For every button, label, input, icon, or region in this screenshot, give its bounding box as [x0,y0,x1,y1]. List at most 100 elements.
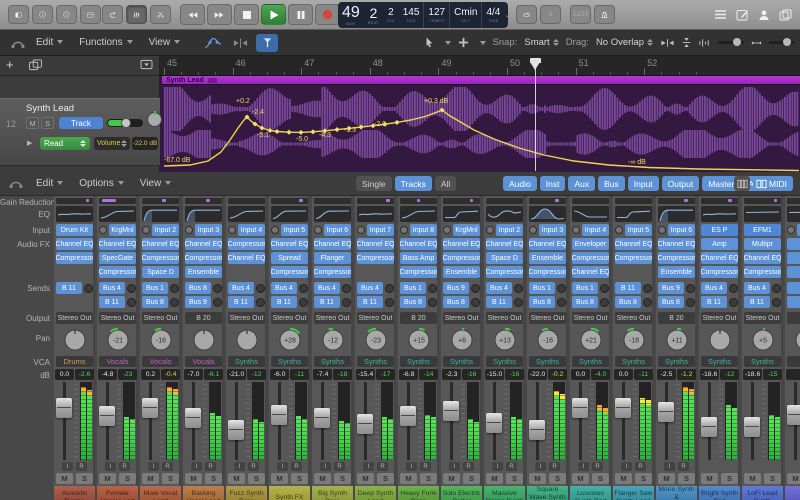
input-monitor-button[interactable] [99,226,107,234]
audio-fx-slot[interactable]: Channel EQ [99,238,136,250]
narrow-channel-view-icon[interactable] [734,176,750,191]
output-button[interactable]: Stereo Out [486,312,523,324]
track-header-row[interactable]: 12 Synth Lead M S Track ▶ Read Volume -2… [0,98,160,166]
media-browser-icon[interactable] [779,9,792,21]
undo-icon[interactable] [102,5,123,24]
channel-mute-button[interactable]: M [357,473,374,484]
audio-fx-slot[interactable]: Compressor [400,266,437,278]
channel-strip[interactable]: ES PAmpChannel EQCompressorBus 4B 11Ster… [699,196,740,500]
channel-strip[interactable]: Input 6Channel EQCompressorEnsembleBus 9… [656,196,697,500]
eq-thumbnail[interactable] [658,206,695,222]
zoom-fit-horizontal-icon[interactable] [660,38,675,48]
track-header-settings-icon[interactable] [140,59,153,70]
filter-button-mastervca[interactable]: Master/VCA [702,176,760,191]
channel-name-plate[interactable]: LoFi Lead Synth [742,486,783,500]
eq-thumbnail[interactable] [443,206,480,222]
vca-assignment[interactable] [787,356,800,367]
channel-solo-button[interactable]: S [678,473,695,484]
secondary-tool-chevron[interactable] [480,41,486,45]
send-button[interactable]: Bus 8 [572,296,598,308]
vca-assignment[interactable]: Synths [443,356,480,367]
audio-fx-slot[interactable]: Space D [142,266,179,278]
send-knob[interactable] [127,298,136,307]
lcd-field-div[interactable]: 2DIV [383,2,399,28]
input-button[interactable]: ES P [701,224,738,236]
input-monitoring-button[interactable]: I [234,462,245,471]
send-button[interactable]: Bus 4 [357,282,383,294]
input-monitor-button[interactable] [142,226,150,234]
channel-name-plate[interactable]: Female Vocal Lead [97,486,138,500]
input-monitor-button[interactable] [228,226,236,234]
pan-knob[interactable] [234,327,260,353]
eq-thumbnail[interactable] [357,206,394,222]
vertical-zoom-slider[interactable] [718,41,744,44]
vca-assignment[interactable]: Synths [572,356,609,367]
output-button[interactable]: B 20 [658,312,695,324]
track-on-button[interactable]: Track [59,117,103,129]
send-button[interactable]: Bus 1 [400,282,426,294]
lcd-chevron-icon[interactable]: ⌄ [504,11,508,19]
channel-strip[interactable]: Drum KitChannel EQCompressorB 11Stereo O… [54,196,95,500]
pan-knob[interactable] [62,327,88,353]
send-knob[interactable] [385,284,394,293]
send-knob[interactable] [127,284,136,293]
eq-thumbnail[interactable] [314,206,351,222]
input-monitor-button[interactable] [658,226,666,234]
bar-ruler[interactable]: 4546474849505152 [160,56,800,76]
pan-knob[interactable]: +21 [578,327,604,353]
wide-channel-view-icon[interactable] [753,176,769,191]
send-button[interactable]: Bus 1 [529,282,555,294]
drag-select[interactable]: No Overlap [596,37,653,48]
vca-assignment[interactable]: Synths [658,356,695,367]
audio-fx-slot[interactable]: Bass Amp [400,252,437,264]
audio-fx-slot[interactable] [787,266,800,278]
collaboration-icon[interactable] [758,9,770,21]
view-button-single[interactable]: Single [356,176,392,191]
output-button[interactable]: B 20 [400,312,437,324]
input-monitor-button[interactable] [271,226,279,234]
channel-name-plate[interactable]: Massive Rising Synth [484,486,525,500]
input-button[interactable]: Input 4 [238,224,265,236]
channel-name-plate[interactable]: Synth FX [269,486,310,500]
channel-solo-button[interactable]: S [291,473,308,484]
channel-strip[interactable]: Input 4EnveloperCompressorChannel EQBus … [570,196,611,500]
send-button[interactable]: Bus 8 [142,296,168,308]
eq-thumbnail[interactable] [185,206,222,222]
volume-fader[interactable] [400,406,416,426]
channel-strip[interactable]: Input 8Channel EQBass AmpCompressorBus 1… [398,196,439,500]
input-button[interactable]: Input 6 [324,224,351,236]
pan-knob[interactable]: +6 [449,327,475,353]
tools-icon[interactable] [150,5,171,24]
audio-fx-slot[interactable]: Compressor [271,266,308,278]
channel-strip[interactable]: Input 5Channel EQSpreadCompressorBus 4B … [269,196,310,500]
input-button[interactable]: EFM1 [744,224,781,236]
eq-thumbnail[interactable] [99,206,136,222]
lcd-field-time[interactable]: 4/4TIME [481,2,504,28]
volume-fader[interactable] [142,398,158,418]
channel-mute-button[interactable]: M [529,473,546,484]
pan-knob[interactable]: -16 [148,327,174,353]
audio-fx-slot[interactable]: Space D [486,252,523,264]
eq-thumbnail[interactable] [529,206,566,222]
library-icon[interactable] [8,5,29,24]
channel-strip[interactable]: Input 2Channel EQSpace DCompressorBus 4B… [484,196,525,500]
volume-fader[interactable] [615,398,631,418]
vca-assignment[interactable]: Synths [228,356,265,367]
volume-fader[interactable] [486,413,502,433]
input-button[interactable]: KrgMnl [109,224,136,236]
input-monitor-button[interactable] [400,226,408,234]
send-button[interactable]: Bus 8 [400,296,426,308]
send-button[interactable]: Bus 4 [99,282,125,294]
send-button[interactable]: B 11 [486,296,512,308]
disclosure-triangle[interactable]: ▶ [27,139,32,147]
eq-thumbnail[interactable] [142,206,179,222]
output-button[interactable]: Stereo Out [572,312,609,324]
input-monitoring-button[interactable]: I [578,462,589,471]
volume-fader[interactable] [185,408,201,428]
audio-fx-slot[interactable]: Channel EQ [615,238,652,250]
input-monitor-button[interactable] [486,226,494,234]
pan-knob[interactable]: +5 [750,327,776,353]
send-knob[interactable] [729,284,738,293]
send-button[interactable]: B 11 [271,296,297,308]
filter-button-bus[interactable]: Bus [598,176,625,191]
